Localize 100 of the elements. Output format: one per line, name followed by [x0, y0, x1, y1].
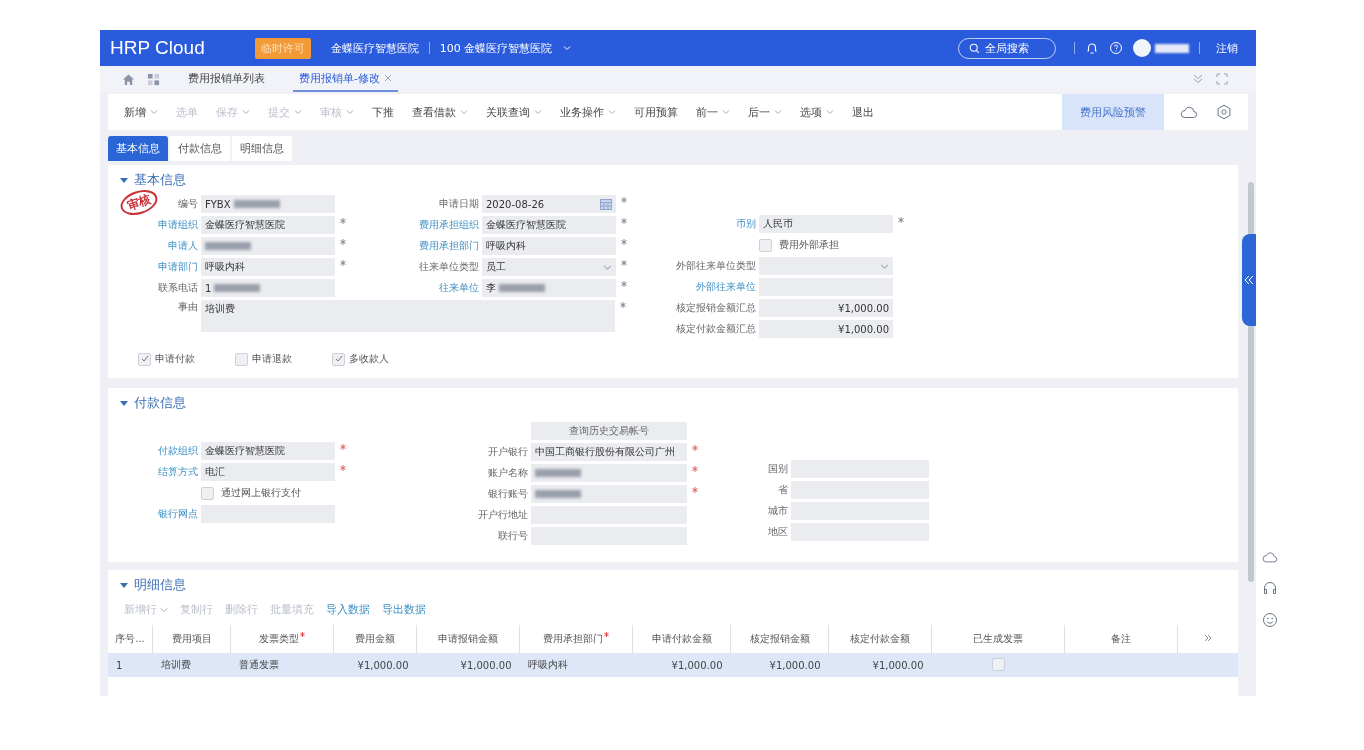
page-tab[interactable]: 费用报销单列表	[182, 66, 271, 92]
home-icon[interactable]	[122, 72, 135, 86]
double-chevron-right-icon[interactable]	[1203, 633, 1213, 643]
chevron-down-icon[interactable]	[603, 262, 612, 272]
close-icon[interactable]	[384, 74, 392, 82]
table-cell: ¥1,000.00	[632, 653, 731, 677]
toolbar-button[interactable]: 业务操作	[552, 100, 624, 124]
checkbox[interactable]	[138, 352, 151, 366]
search-input[interactable]: 全局搜索	[985, 41, 1045, 55]
toolbar-button[interactable]: 前一	[688, 100, 738, 124]
required-star-icon	[621, 281, 627, 287]
toolbar-button[interactable]: 退出	[844, 100, 882, 124]
table-action-button[interactable]: 导入数据	[322, 600, 374, 619]
table-action-button[interactable]: 导出数据	[378, 600, 430, 619]
help-icon[interactable]	[1109, 41, 1123, 55]
section-title: 明细信息	[134, 576, 186, 594]
logout-link[interactable]: 注销	[1216, 40, 1238, 56]
input-field[interactable]: 人民币	[759, 215, 893, 233]
input-field[interactable]: 金蝶医疗智慧医院	[201, 442, 335, 460]
caret-icon[interactable]	[150, 108, 158, 116]
input-field[interactable]: 员工	[482, 258, 616, 276]
caret-icon[interactable]	[774, 108, 782, 116]
checkbox[interactable]	[201, 486, 214, 500]
risk-warning-button[interactable]: 费用风险预警	[1062, 94, 1164, 130]
caret-icon[interactable]	[534, 108, 542, 116]
required-star-icon	[898, 217, 904, 223]
input-field[interactable]: ¥1,000.00	[759, 299, 893, 317]
collapse-handle[interactable]	[1242, 234, 1256, 326]
avatar-icon[interactable]	[1133, 39, 1151, 57]
input-field[interactable]: 呼吸内科	[201, 258, 335, 276]
caret-icon[interactable]	[826, 108, 834, 116]
collapse-caret-icon[interactable]	[120, 581, 128, 589]
input-field[interactable]: 李	[482, 279, 616, 297]
table-cell: ¥1,000.00	[416, 653, 520, 677]
input-field[interactable]: ¥1,000.00	[759, 320, 893, 338]
field-label: 开户行地址	[478, 509, 528, 520]
checkbox-label: 多收款人	[349, 352, 389, 366]
page-tab[interactable]: 费用报销单-修改	[293, 66, 398, 92]
input-field[interactable]: 中国工商银行股份有限公司广州	[531, 443, 687, 461]
toolbar-button[interactable]: 查看借款	[404, 100, 476, 124]
caret-icon[interactable]	[608, 108, 616, 116]
input-field[interactable]: 1	[201, 279, 335, 297]
input-field[interactable]	[201, 237, 335, 255]
toolbar-button[interactable]: 新增	[116, 100, 166, 124]
chevron-down-icon	[562, 43, 573, 53]
toolbar-button[interactable]: 选项	[792, 100, 842, 124]
input-field[interactable]: 金蝶医疗智慧医院	[482, 216, 616, 234]
smiley-icon[interactable]	[1262, 612, 1278, 628]
license-badge: 临时许可	[254, 37, 311, 59]
toolbar-button[interactable]: 可用预算	[626, 100, 686, 124]
input-field[interactable]: 呼吸内科	[482, 237, 616, 255]
collapse-caret-icon[interactable]	[120, 176, 128, 184]
checkbox-label: 申请付款	[155, 352, 195, 366]
organization-name: 金蝶医疗智慧医院	[330, 40, 419, 56]
field-label: 申请组织	[158, 219, 198, 230]
double-chevron-down-icon[interactable]	[1192, 73, 1204, 85]
field-label: 编号	[178, 198, 198, 209]
section-tab[interactable]: 明细信息	[232, 136, 292, 161]
text-area[interactable]: 培训费	[201, 300, 615, 332]
field-label: 费用承担组织	[419, 219, 479, 230]
checkbox[interactable]	[332, 352, 345, 366]
scrollbar[interactable]	[1248, 182, 1254, 582]
field-label: 核定报销金额汇总	[676, 302, 756, 313]
cloud-icon[interactable]	[1262, 550, 1278, 564]
toolbar-button[interactable]: 关联查询	[478, 100, 550, 124]
input-field[interactable]	[531, 464, 687, 482]
table-cell: ¥1,000.00	[828, 653, 932, 677]
fullscreen-icon[interactable]	[1216, 73, 1228, 85]
caret-icon[interactable]	[722, 108, 730, 116]
checkbox[interactable]	[759, 238, 772, 252]
grid-icon[interactable]	[147, 72, 160, 86]
cloud-icon[interactable]	[1180, 105, 1198, 119]
chevron-down-icon[interactable]	[880, 261, 889, 271]
field-label: 城市	[768, 505, 788, 516]
field-label: 账户名称	[488, 467, 528, 478]
toolbar-button[interactable]: 后一	[740, 100, 790, 124]
table-cell: ¥1,000.00	[333, 653, 417, 677]
headset-icon[interactable]	[1262, 580, 1278, 596]
organization-select[interactable]: 100 金蝶医疗智慧医院	[439, 40, 553, 56]
input-field[interactable]: 金蝶医疗智慧医院	[201, 216, 335, 234]
section-tab[interactable]: 基本信息	[108, 136, 168, 161]
required-star-icon	[340, 239, 346, 245]
bell-icon[interactable]	[1085, 41, 1099, 55]
input-field[interactable]: 电汇	[201, 463, 335, 481]
field-label: 银行账号	[488, 488, 528, 499]
input-field[interactable]: 2020-08-26	[482, 195, 616, 213]
checkbox[interactable]	[235, 352, 248, 366]
section-tab[interactable]: 付款信息	[170, 136, 230, 161]
collapse-caret-icon[interactable]	[120, 399, 128, 407]
caret-icon[interactable]	[460, 108, 468, 116]
required-star-icon	[621, 197, 627, 203]
calendar-icon[interactable]	[600, 198, 612, 210]
input-field[interactable]	[759, 257, 893, 275]
input-field[interactable]: FYBX	[201, 195, 335, 213]
toolbar-button[interactable]: 下推	[364, 100, 402, 124]
checkbox[interactable]	[991, 657, 1005, 671]
history-account-button[interactable]: 查询历史交易帐号	[531, 422, 687, 440]
input-field[interactable]	[531, 485, 687, 503]
settings-icon[interactable]	[1216, 104, 1232, 120]
field-label: 国别	[768, 463, 788, 474]
